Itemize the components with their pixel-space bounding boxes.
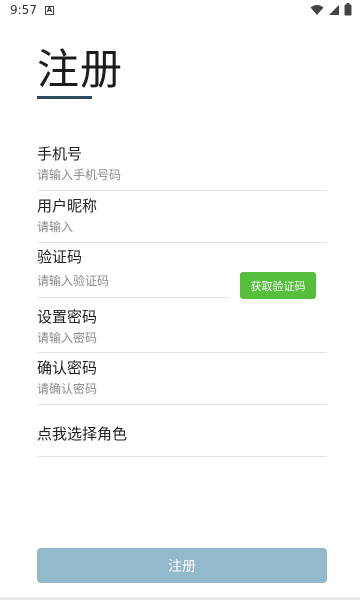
password-label: 设置密码 xyxy=(37,308,98,326)
register-button[interactable]: 注册 xyxy=(37,548,327,583)
wifi-icon xyxy=(310,4,324,16)
battery-icon xyxy=(344,3,352,16)
status-bar: 9:57 A xyxy=(0,0,360,20)
title-underline xyxy=(37,96,92,99)
password-divider xyxy=(37,352,327,353)
nickname-divider xyxy=(37,242,327,243)
code-input[interactable] xyxy=(37,274,229,288)
role-divider xyxy=(37,456,327,457)
nickname-label: 用户昵称 xyxy=(37,197,98,215)
password-input[interactable] xyxy=(37,331,327,345)
phone-field: 手机号 xyxy=(37,145,327,182)
page-title: 注册 xyxy=(37,45,124,94)
code-input-wrap xyxy=(37,274,229,288)
phone-label: 手机号 xyxy=(37,145,83,163)
status-icons xyxy=(310,3,352,16)
phone-input[interactable] xyxy=(37,168,327,182)
confirm-password-field: 确认密码 xyxy=(37,359,327,396)
code-divider xyxy=(37,297,229,298)
confirm-password-input[interactable] xyxy=(37,382,327,396)
phone-divider xyxy=(37,190,327,191)
signal-icon xyxy=(328,4,340,16)
nickname-field: 用户昵称 xyxy=(37,197,327,234)
password-field: 设置密码 xyxy=(37,308,327,345)
role-select[interactable]: 点我选择角色 xyxy=(37,423,127,444)
confirm-password-divider xyxy=(37,404,327,405)
nickname-input[interactable] xyxy=(37,220,327,234)
status-time: 9:57 xyxy=(10,3,37,17)
get-code-button[interactable]: 获取验证码 xyxy=(240,272,316,299)
confirm-password-label: 确认密码 xyxy=(37,359,98,377)
code-label: 验证码 xyxy=(37,248,83,266)
a-icon: A xyxy=(44,5,54,15)
